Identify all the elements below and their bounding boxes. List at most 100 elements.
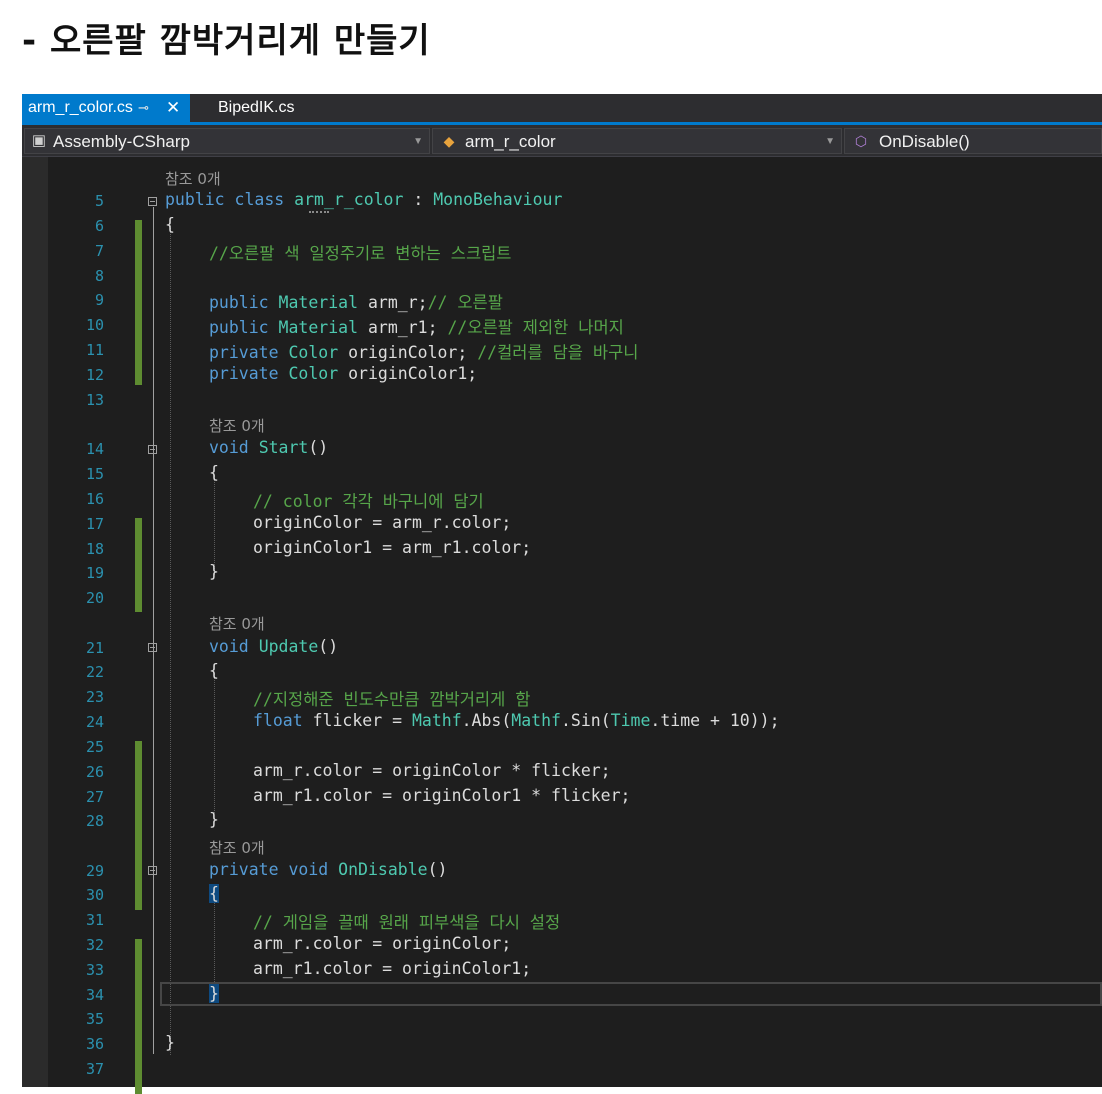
- base-type: MonoBehaviour: [433, 190, 563, 209]
- line-number: 24: [85, 713, 104, 731]
- keyword: float: [253, 711, 303, 730]
- tab-arm-r-color[interactable]: arm_r_color.cs ⊸ ✕: [22, 94, 190, 122]
- code-line-9: public Material arm_r;// 오른팔: [209, 289, 503, 313]
- type: Mathf: [411, 711, 462, 730]
- type: Color: [288, 364, 339, 383]
- line-number: 29: [85, 862, 104, 880]
- comment: //컬러를 담을 바구니: [477, 343, 639, 362]
- document-tab-bar: arm_r_color.cs ⊸ ✕ BipedIK.cs: [22, 94, 1102, 122]
- line-number: 27: [85, 788, 104, 806]
- line-number: 17: [85, 515, 104, 533]
- line-number: 7: [94, 242, 104, 260]
- chevron-down-icon: ▼: [825, 136, 835, 147]
- line-number: 19: [85, 564, 104, 582]
- code-line-7: //오른팔 색 일정주기로 변하는 스크립트: [209, 244, 512, 263]
- keyword: private: [209, 364, 279, 383]
- type: Time: [610, 711, 651, 730]
- identifier: .Sin(: [560, 711, 611, 730]
- line-number: 16: [85, 490, 104, 508]
- identifier: originColor;: [348, 343, 468, 362]
- code-line-10: public Material arm_r1; //오른팔 제외한 나머지: [209, 314, 624, 338]
- indent-guide: [214, 896, 215, 986]
- code-line-19: }: [209, 562, 219, 581]
- punctuation: :: [413, 190, 424, 209]
- code-line-12: private Color originColor1;: [209, 364, 477, 383]
- keyword: void: [209, 438, 249, 457]
- code-line-21: void Update(): [209, 637, 338, 656]
- codelens-references[interactable]: 참조 0개: [209, 415, 265, 436]
- project-name: Assembly-CSharp: [53, 132, 190, 151]
- line-number: 34: [85, 986, 104, 1004]
- code-line-17: originColor = arm_r.color;: [253, 513, 512, 532]
- tab-biped-ik[interactable]: BipedIK.cs: [198, 94, 328, 122]
- project-icon: ▣: [31, 132, 47, 149]
- code-line-32: arm_r.color = originColor;: [253, 934, 512, 953]
- codelens-references[interactable]: 참조 0개: [209, 837, 265, 858]
- type: Material: [278, 318, 359, 337]
- line-number: 25: [85, 738, 104, 756]
- change-indicator: [135, 939, 142, 1094]
- pin-icon[interactable]: ⊸: [138, 94, 149, 122]
- identifier: arm_r;: [367, 293, 428, 312]
- line-number: 37: [85, 1060, 104, 1078]
- line-number: 23: [85, 688, 104, 706]
- line-number: 10: [85, 316, 104, 334]
- code-editor-window: arm_r_color.cs ⊸ ✕ BipedIK.cs ▣ Assembly…: [22, 94, 1102, 1094]
- method-icon: ⬡: [854, 133, 868, 149]
- line-number: 30: [85, 886, 104, 904]
- code-line-34: }: [209, 984, 219, 1003]
- code-line-5: public class arm_r_color : MonoBehaviour: [165, 190, 562, 209]
- tab-label: BipedIK.cs: [218, 99, 295, 116]
- code-line-14: void Start(): [209, 438, 328, 457]
- line-number: 6: [94, 217, 104, 235]
- class-dropdown[interactable]: ◆ arm_r_color ▼: [432, 128, 842, 154]
- member-name: OnDisable(): [879, 132, 970, 151]
- line-number: 9: [94, 291, 104, 309]
- keyword: void: [288, 860, 329, 879]
- matched-brace: }: [209, 984, 219, 1003]
- close-icon[interactable]: ✕: [166, 94, 180, 122]
- line-number: 5: [94, 192, 104, 210]
- line-number: 21: [85, 639, 104, 657]
- code-line-30: {: [209, 884, 219, 903]
- line-number: 15: [85, 465, 104, 483]
- line-number: 33: [85, 961, 104, 979]
- keyword: public: [165, 190, 225, 209]
- codelens-references[interactable]: 참조 0개: [165, 168, 221, 189]
- line-number: 31: [85, 911, 104, 929]
- type: Material: [278, 293, 359, 312]
- code-line-27: arm_r1.color = originColor1 * flicker;: [253, 786, 631, 805]
- indent-guide: [214, 475, 215, 575]
- comment: //오른팔 제외한 나머지: [447, 318, 624, 337]
- identifier: .Abs(: [461, 711, 512, 730]
- project-dropdown[interactable]: ▣ Assembly-CSharp ▼: [24, 128, 430, 154]
- keyword: private: [209, 860, 279, 879]
- class-name: arm_r_color: [465, 132, 556, 151]
- code-line-23: //지정해준 빈도수만큼 깜박거리게 함: [253, 690, 531, 709]
- line-number: 22: [85, 663, 104, 681]
- line-number: 28: [85, 812, 104, 830]
- punctuation: (): [318, 637, 339, 656]
- line-number: 13: [85, 391, 104, 409]
- line-number: 36: [85, 1035, 104, 1053]
- punctuation: (): [308, 438, 329, 457]
- navigation-bar: ▣ Assembly-CSharp ▼ ◆ arm_r_color ▼ ⬡ On…: [22, 125, 1102, 157]
- line-number: 26: [85, 763, 104, 781]
- code-line-33: arm_r1.color = originColor1;: [253, 959, 532, 978]
- codelens-references[interactable]: 참조 0개: [209, 613, 265, 634]
- code-line-31: // 게임을 끌때 원래 피부색을 다시 설정: [253, 913, 561, 932]
- collapse-icon[interactable]: [148, 197, 157, 206]
- code-line-24: float flicker = Mathf.Abs(Mathf.Sin(Time…: [253, 711, 780, 730]
- change-indicator: [135, 518, 142, 612]
- code-editor[interactable]: 5 6 7 8 9 10 11 12 13 14 15 16 17 18 19 …: [22, 157, 1102, 1094]
- class-icon: ◆: [443, 133, 455, 149]
- outline-line: [153, 207, 154, 1054]
- method-name: OnDisable: [338, 860, 428, 879]
- class-name: arm_r_color: [294, 190, 404, 209]
- comment: // 오른팔: [427, 293, 503, 312]
- indent-guide: [214, 673, 215, 813]
- code-line-11: private Color originColor; //컬러를 담을 바구니: [209, 339, 638, 363]
- member-dropdown[interactable]: ⬡ OnDisable(): [844, 128, 1102, 154]
- keyword: public: [209, 318, 269, 337]
- line-number: 32: [85, 936, 104, 954]
